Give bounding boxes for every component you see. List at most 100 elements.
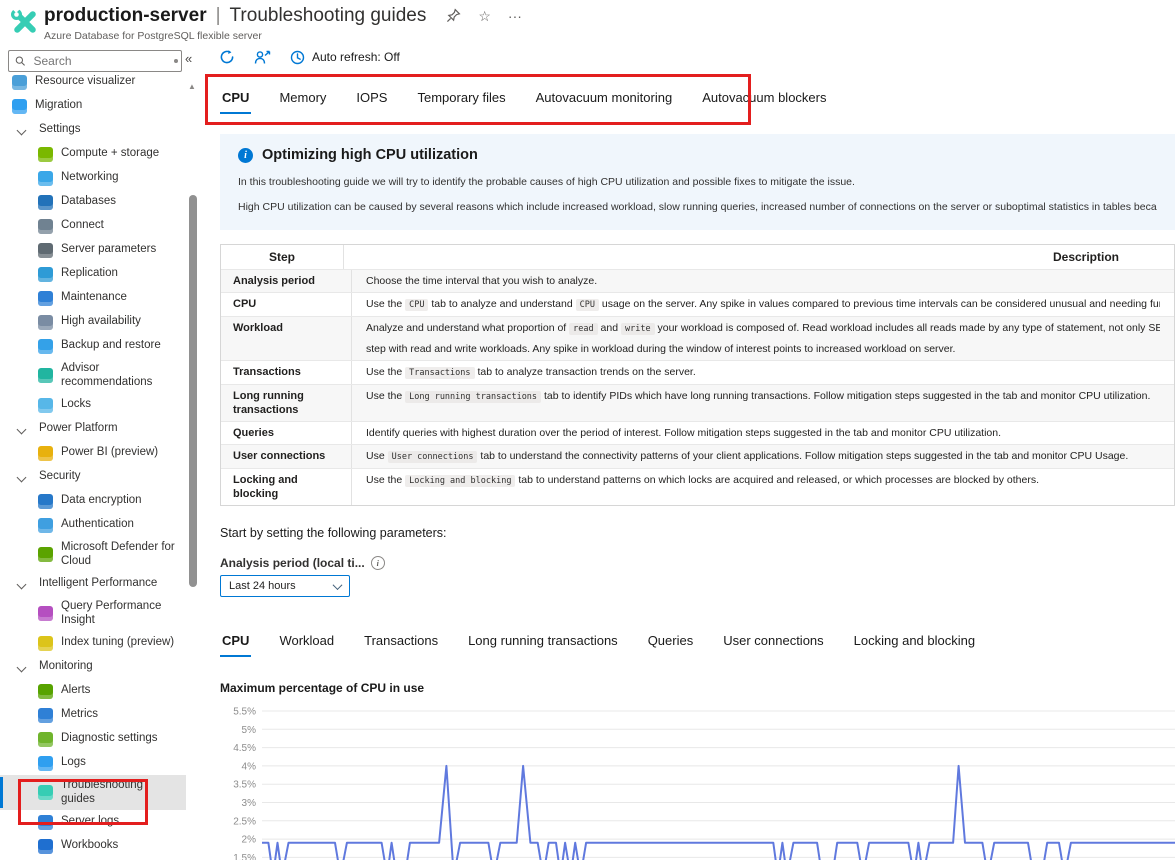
code-chip: User connections [388,451,478,463]
description-cell: Use the CPU tab to analyze and understan… [351,293,1174,316]
sidebar-item-settings[interactable]: Settings [0,118,186,142]
refresh-button[interactable] [219,49,235,65]
sidebar-item-security[interactable]: Security [0,465,186,489]
sidebar-item-logs[interactable]: Logs [0,751,186,775]
favorite-star-icon[interactable]: ☆ [478,9,491,23]
banner-paragraph-1: In this troubleshooting guide we will tr… [238,176,1157,188]
analysis-period-select[interactable]: Last 24 hours [220,575,350,597]
collapse-sidebar-icon[interactable]: « [185,51,192,66]
sidebar-item-networking[interactable]: Networking [0,166,186,190]
metric-tab-cpu[interactable]: CPU [220,627,251,657]
sidebar-item-power-platform[interactable]: Power Platform [0,417,186,441]
step-cell: Analysis period [221,270,351,292]
logs-icon [38,756,53,771]
sidebar-item-label: Settings [39,119,81,141]
sidebar-item-migration[interactable]: Migration [0,94,186,118]
troubleshooting-guides-logo-icon [8,6,40,43]
resource-visualizer-icon [12,75,27,90]
sidebar-item-workbooks[interactable]: Workbooks [0,834,186,858]
sidebar-item-label: Metrics [61,704,98,726]
sidebar-item-server-parameters[interactable]: Server parameters [0,238,186,262]
sidebar-item-high-availability[interactable]: High availability [0,310,186,334]
sidebar-item-label: Index tuning (preview) [61,632,174,654]
sidebar-item-connect[interactable]: Connect [0,214,186,238]
metric-tab-workload[interactable]: Workload [277,627,336,657]
diagnostic-settings-icon [38,732,53,747]
sidebar-item-replication[interactable]: Replication [0,262,186,286]
sidebar-item-alerts[interactable]: Alerts [0,679,186,703]
chevron-down-icon [17,424,27,434]
sidebar-item-label: Workbooks [61,835,118,857]
sidebar-scrollbar: ▲ [186,74,200,860]
sidebar-item-label: Microsoft Defender for Cloud [61,537,178,572]
sidebar-search[interactable] [8,50,182,72]
connect-icon [38,219,53,234]
sidebar-item-monitoring[interactable]: Monitoring [0,655,186,679]
sidebar-item-label: Query Performance Insight [61,596,178,631]
description-cell: Identify queries with highest duration o… [351,422,1174,444]
command-toolbar: Auto refresh: Off [219,49,400,65]
feedback-button[interactable] [254,50,271,65]
more-options-icon[interactable]: ··· [508,9,522,23]
auto-refresh-clock-icon [290,50,305,65]
sidebar-item-label: Intelligent Performance [39,573,157,595]
advisor-recommendations-icon [38,368,53,383]
title-separator: | [216,5,221,27]
auto-refresh-button[interactable]: Auto refresh: Off [290,50,400,65]
data-encryption-icon [38,494,53,509]
chevron-down-icon [17,662,27,672]
sidebar-item-backup-and-restore[interactable]: Backup and restore [0,334,186,358]
analysis-period-info-icon[interactable]: i [371,556,385,570]
sidebar-item-microsoft-defender-for-cloud[interactable]: Microsoft Defender for Cloud [0,537,186,572]
sidebar-item-locks[interactable]: Locks [0,393,186,417]
sidebar-item-authentication[interactable]: Authentication [0,513,186,537]
tab-cpu[interactable]: CPU [220,84,251,114]
sidebar-item-diagnostic-settings[interactable]: Diagnostic settings [0,727,186,751]
sidebar-item-data-encryption[interactable]: Data encryption [0,489,186,513]
index-tuning-icon [38,636,53,651]
step-cell: User connections [221,445,351,468]
scrollbar-thumb[interactable] [189,195,197,587]
resize-handle[interactable] [174,59,178,63]
azure-portal-page: production-server | Troubleshooting guid… [0,0,1175,860]
sidebar-item-databases[interactable]: Databases [0,190,186,214]
pin-icon[interactable] [446,8,461,25]
sidebar-item-advisor-recommendations[interactable]: Advisor recommendations [0,358,186,393]
search-input[interactable] [31,53,175,69]
metric-tab-locking-and-blocking[interactable]: Locking and blocking [852,627,977,657]
sidebar-item-label: Alerts [61,680,90,702]
high-availability-icon [38,315,53,330]
cpu-chart-svg: 5.5%5%4.5%4%3.5%3%2.5%2%1.5%1%0.5% [220,703,1175,860]
sidebar-item-index-tuning-preview[interactable]: Index tuning (preview) [0,631,186,655]
workbooks-icon [38,839,53,854]
sidebar-item-label: Replication [61,263,118,285]
steps-table: Step Description Analysis periodChoose t… [220,244,1175,506]
sidebar-item-query-performance-insight[interactable]: Query Performance Insight [0,596,186,631]
sidebar-item-power-bi-preview[interactable]: Power BI (preview) [0,441,186,465]
sidebar-item-compute-storage[interactable]: Compute + storage [0,142,186,166]
sidebar-item-server-logs[interactable]: Server logs [0,810,186,834]
sidebar-item-resource-visualizer[interactable]: Resource visualizer [0,70,186,94]
sidebar-item-label: Server logs [61,811,119,833]
tab-autovacuum-blockers[interactable]: Autovacuum blockers [700,84,828,114]
scroll-up-arrow-icon[interactable]: ▲ [188,82,196,91]
sidebar-item-label: Authentication [61,514,134,536]
sidebar-item-metrics[interactable]: Metrics [0,703,186,727]
sidebar-item-label: Resource visualizer [35,71,135,93]
metric-tab-user-connections[interactable]: User connections [721,627,825,657]
info-banner: i Optimizing high CPU utilization In thi… [220,134,1175,230]
sidebar-item-intelligent-performance[interactable]: Intelligent Performance [0,572,186,596]
sidebar-item-troubleshooting-guides[interactable]: Troubleshooting guides [0,775,186,810]
tab-autovacuum-monitoring[interactable]: Autovacuum monitoring [534,84,675,114]
sidebar-item-label: Backup and restore [61,335,161,357]
metric-tab-transactions[interactable]: Transactions [362,627,440,657]
info-icon: i [238,148,253,163]
search-icon [15,55,25,67]
tab-memory[interactable]: Memory [277,84,328,114]
metric-tab-long-running-transactions[interactable]: Long running transactions [466,627,620,657]
metric-tab-queries[interactable]: Queries [646,627,696,657]
page-title: production-server | Troubleshooting guid… [44,5,522,27]
sidebar-item-maintenance[interactable]: Maintenance [0,286,186,310]
tab-temporary-files[interactable]: Temporary files [415,84,507,114]
tab-iops[interactable]: IOPS [354,84,389,114]
